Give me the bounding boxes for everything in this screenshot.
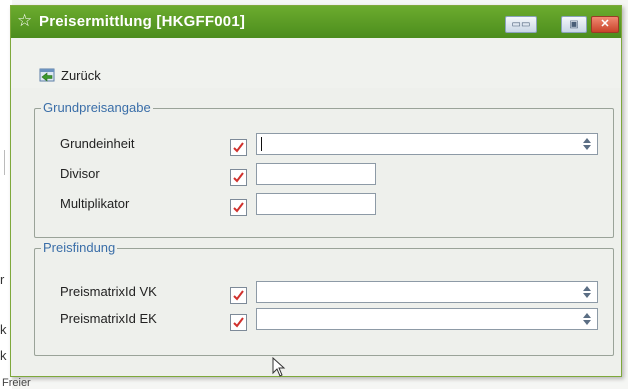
check-icon [233, 290, 244, 301]
check-icon [233, 172, 244, 183]
back-button-label: Zurück [61, 67, 101, 83]
back-arrow-icon [39, 67, 57, 83]
select-spinner-icon[interactable] [578, 135, 596, 153]
grundeinheit-checkbox[interactable] [230, 139, 247, 156]
background-text: k [0, 348, 7, 363]
check-icon [233, 317, 244, 328]
toolbar: Zurück [11, 38, 621, 88]
divisor-checkbox[interactable] [230, 169, 247, 186]
background-footer-text: Freier [2, 377, 31, 389]
group-legend: Preisfindung [41, 240, 118, 255]
preismatrix-ek-label: PreismatrixId EK [60, 311, 157, 326]
restore-icon: ▭▭ [511, 19, 531, 30]
preisermittlung-dialog: ☆ Preisermittlung [HKGFF001] ▭▭ ▣ ✕ Zurü… [10, 5, 622, 377]
grundeinheit-select[interactable] [256, 133, 598, 155]
check-icon [233, 202, 244, 213]
check-icon [233, 142, 244, 153]
grundeinheit-label: Grundeinheit [60, 136, 135, 151]
mouse-pointer-icon [272, 357, 286, 377]
maximize-icon: ▣ [569, 19, 579, 30]
back-button[interactable]: Zurück [39, 65, 101, 85]
title-bar[interactable]: ☆ Preisermittlung [HKGFF001] ▭▭ ▣ ✕ [11, 6, 621, 38]
background-divider [4, 150, 5, 175]
multiplikator-label: Multiplikator [60, 196, 130, 211]
preismatrix-ek-select[interactable] [256, 308, 598, 330]
background-text: r [0, 272, 5, 287]
close-icon: ✕ [600, 18, 610, 30]
close-button[interactable]: ✕ [591, 16, 619, 33]
multiplikator-checkbox[interactable] [230, 199, 247, 216]
restore-button[interactable]: ▭▭ [505, 16, 537, 33]
preismatrix-vk-select[interactable] [256, 281, 598, 303]
multiplikator-input[interactable] [256, 193, 376, 215]
preismatrix-ek-checkbox[interactable] [230, 314, 247, 331]
divisor-input[interactable] [256, 163, 376, 185]
preismatrix-vk-label: PreismatrixId VK [60, 284, 157, 299]
group-legend: Grundpreisangabe [41, 100, 153, 115]
window-title: Preisermittlung [HKGFF001] [39, 13, 246, 30]
select-spinner-icon[interactable] [578, 283, 596, 301]
select-spinner-icon[interactable] [578, 310, 596, 328]
background-text: k [0, 322, 7, 337]
text-caret [261, 137, 262, 151]
divisor-label: Divisor [60, 166, 100, 181]
maximize-button[interactable]: ▣ [561, 16, 587, 33]
star-icon: ☆ [17, 11, 33, 30]
preismatrix-vk-checkbox[interactable] [230, 287, 247, 304]
